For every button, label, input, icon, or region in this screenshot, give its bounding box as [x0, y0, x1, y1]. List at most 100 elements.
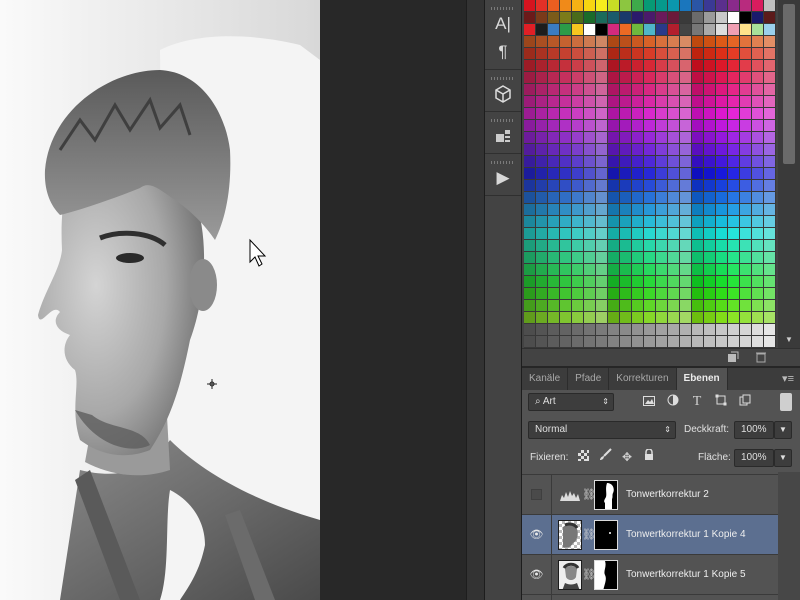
- opacity-input[interactable]: 100%: [734, 421, 774, 439]
- color-swatch[interactable]: [536, 84, 548, 96]
- color-swatch[interactable]: [704, 288, 716, 300]
- color-swatch[interactable]: [572, 108, 584, 120]
- color-swatch[interactable]: [644, 84, 656, 96]
- color-swatch[interactable]: [644, 36, 656, 48]
- color-swatch[interactable]: [548, 288, 560, 300]
- color-swatch[interactable]: [608, 324, 620, 336]
- color-swatch[interactable]: [680, 276, 692, 288]
- color-swatch[interactable]: [608, 192, 620, 204]
- color-swatch[interactable]: [572, 192, 584, 204]
- tab-adjustments[interactable]: Korrekturen: [609, 368, 677, 390]
- color-swatch[interactable]: [596, 168, 608, 180]
- color-swatch[interactable]: [644, 264, 656, 276]
- color-swatch[interactable]: [692, 60, 704, 72]
- color-swatch[interactable]: [584, 180, 596, 192]
- color-swatch[interactable]: [704, 48, 716, 60]
- color-swatch[interactable]: [572, 24, 584, 36]
- color-swatch[interactable]: [584, 324, 596, 336]
- color-swatch[interactable]: [656, 72, 668, 84]
- color-swatch[interactable]: [632, 192, 644, 204]
- color-swatch[interactable]: [656, 276, 668, 288]
- dock-separator[interactable]: [466, 0, 484, 600]
- color-swatch[interactable]: [692, 48, 704, 60]
- color-swatch[interactable]: [728, 180, 740, 192]
- color-swatch[interactable]: [740, 96, 752, 108]
- color-swatch[interactable]: [668, 12, 680, 24]
- color-swatch[interactable]: [560, 120, 572, 132]
- color-swatch[interactable]: [656, 180, 668, 192]
- color-swatch[interactable]: [572, 180, 584, 192]
- color-swatch[interactable]: [680, 300, 692, 312]
- color-swatch[interactable]: [584, 12, 596, 24]
- color-swatch[interactable]: [524, 24, 536, 36]
- color-swatch[interactable]: [668, 96, 680, 108]
- color-swatch[interactable]: [572, 84, 584, 96]
- color-swatch[interactable]: [704, 84, 716, 96]
- color-swatch[interactable]: [680, 156, 692, 168]
- color-swatch[interactable]: [716, 132, 728, 144]
- color-swatch[interactable]: [704, 204, 716, 216]
- color-swatch[interactable]: [644, 168, 656, 180]
- color-swatch[interactable]: [704, 228, 716, 240]
- color-swatch[interactable]: [632, 96, 644, 108]
- color-swatch[interactable]: [668, 312, 680, 324]
- color-swatch[interactable]: [524, 216, 536, 228]
- color-swatch[interactable]: [572, 240, 584, 252]
- color-swatch[interactable]: [764, 168, 776, 180]
- color-swatch[interactable]: [632, 72, 644, 84]
- color-swatch[interactable]: [548, 300, 560, 312]
- color-swatch[interactable]: [524, 324, 536, 336]
- color-swatch[interactable]: [620, 108, 632, 120]
- color-swatch[interactable]: [704, 216, 716, 228]
- color-swatch[interactable]: [536, 48, 548, 60]
- color-swatch[interactable]: [692, 84, 704, 96]
- color-swatch[interactable]: [584, 0, 596, 12]
- color-swatch[interactable]: [584, 240, 596, 252]
- color-swatch[interactable]: [752, 252, 764, 264]
- character-icon[interactable]: A|: [485, 10, 521, 38]
- color-swatch[interactable]: [716, 312, 728, 324]
- color-swatch[interactable]: [596, 36, 608, 48]
- color-swatch[interactable]: [704, 180, 716, 192]
- color-swatch[interactable]: [644, 288, 656, 300]
- color-swatch[interactable]: [572, 96, 584, 108]
- color-swatch[interactable]: [524, 288, 536, 300]
- color-swatch[interactable]: [584, 24, 596, 36]
- layer-name[interactable]: Tonwertkorrektur 1 Kopie 4: [626, 529, 746, 540]
- color-swatch[interactable]: [704, 324, 716, 336]
- color-swatch[interactable]: [548, 216, 560, 228]
- color-swatch[interactable]: [560, 336, 572, 348]
- color-swatch[interactable]: [596, 312, 608, 324]
- color-swatch[interactable]: [596, 300, 608, 312]
- color-swatch[interactable]: [524, 120, 536, 132]
- color-swatch[interactable]: [740, 288, 752, 300]
- color-swatch[interactable]: [716, 216, 728, 228]
- color-swatch[interactable]: [536, 264, 548, 276]
- color-swatch[interactable]: [596, 48, 608, 60]
- color-swatch[interactable]: [644, 108, 656, 120]
- color-swatch[interactable]: [704, 60, 716, 72]
- color-swatch[interactable]: [656, 240, 668, 252]
- color-swatch[interactable]: [524, 144, 536, 156]
- color-swatch[interactable]: [560, 264, 572, 276]
- color-swatch[interactable]: [632, 288, 644, 300]
- color-swatch[interactable]: [740, 0, 752, 12]
- color-swatch[interactable]: [620, 156, 632, 168]
- color-swatch[interactable]: [596, 204, 608, 216]
- color-swatch[interactable]: [680, 12, 692, 24]
- color-swatch[interactable]: [680, 108, 692, 120]
- color-swatch[interactable]: [560, 96, 572, 108]
- color-swatch[interactable]: [608, 132, 620, 144]
- color-swatch[interactable]: [764, 228, 776, 240]
- color-swatch[interactable]: [584, 312, 596, 324]
- color-swatch[interactable]: [764, 252, 776, 264]
- color-swatch[interactable]: [656, 48, 668, 60]
- color-swatch[interactable]: [536, 288, 548, 300]
- color-swatch[interactable]: [740, 144, 752, 156]
- color-swatch[interactable]: [596, 216, 608, 228]
- color-swatch[interactable]: [620, 96, 632, 108]
- color-swatch[interactable]: [728, 312, 740, 324]
- color-swatch[interactable]: [596, 24, 608, 36]
- color-swatch[interactable]: [572, 120, 584, 132]
- color-swatch[interactable]: [764, 336, 776, 348]
